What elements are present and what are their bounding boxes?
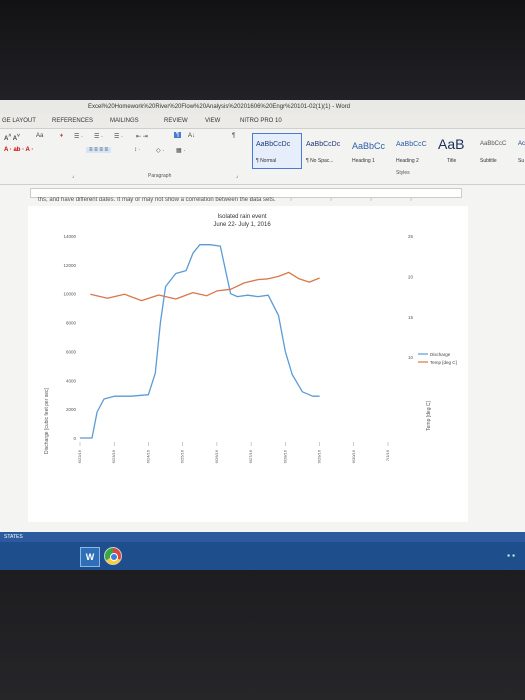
y-tick-label: 14000: [63, 234, 76, 239]
tab-page-layout[interactable]: GE LAYOUT: [2, 118, 36, 124]
style-name: Heading 2: [396, 158, 419, 164]
x-tick-label: 6/27/16: [248, 449, 253, 463]
chart-title: Isolated rain event: [217, 214, 266, 220]
tray-icons[interactable]: ▪ ▪: [507, 551, 515, 560]
styles-gallery: AaBbCcDc ¶ Normal AaBbCcDc ¶ No Spac... …: [252, 133, 525, 169]
x-tick-label: 6/23/16: [111, 449, 116, 463]
style-heading-1[interactable]: AaBbCc Heading 1: [348, 133, 392, 169]
style-name: Heading 1: [352, 158, 375, 164]
show-marks-icon[interactable]: ¶: [232, 133, 235, 139]
legend-label: Discharge: [430, 352, 451, 357]
x-axis-ticks: 6/22/16 6/23/16 6/24/16 6/25/16 6/26/16 6/27/…: [77, 442, 390, 463]
tab-nitro[interactable]: NITRO PRO 10: [240, 118, 282, 124]
y-tick-label: 4000: [66, 378, 77, 383]
ribbon: A˄ A˅ Aa ♦ ☰ · ☰ · ☰ · ⇤ ⇥ ¶ A↓ ¶ A · ab…: [0, 129, 525, 185]
chart[interactable]: Isolated rain event June 22- July 1, 201…: [28, 206, 468, 522]
y-tick-label: 8000: [66, 321, 77, 326]
y-axis-label: Discharge [cubic feet per sec]: [44, 387, 50, 453]
borders-icon[interactable]: ▦ ·: [176, 147, 185, 154]
style-sample: AaBbCcDc: [256, 141, 291, 148]
document-page[interactable]: Isolated rain event June 22- July 1, 201…: [28, 206, 468, 522]
tab-references[interactable]: REFERENCES: [52, 118, 93, 124]
x-tick-label: 7/1/16: [385, 449, 390, 461]
shading-icon[interactable]: ◇ ·: [156, 147, 164, 154]
style-title[interactable]: AaB Title: [434, 133, 476, 169]
chart-legend: Discharge Temp [deg C]: [418, 352, 457, 365]
line-spacing-icon[interactable]: ↕ ·: [134, 147, 141, 153]
style-sample: AaBbCcC: [396, 141, 427, 148]
style-sample: AaBbCcDc: [306, 141, 341, 148]
monitor-bezel-bottom: [0, 570, 525, 700]
style-sample: AaB: [438, 136, 465, 152]
x-tick-label: 6/28/16: [282, 449, 287, 463]
status-bar: STATES: [0, 532, 525, 542]
window-title: Excel%20Homework%20River%20Flow%20Analys…: [88, 104, 351, 110]
x-tick-label: 6/25/16: [180, 449, 185, 463]
y-tick-label: 2000: [66, 407, 77, 412]
tab-view[interactable]: VIEW: [205, 118, 220, 124]
y2-tick-label: 25: [408, 234, 414, 239]
taskbar: W ▪ ▪: [0, 542, 525, 570]
x-tick-label: 6/30/16: [351, 449, 356, 463]
y2-tick-label: 20: [408, 274, 414, 279]
align-icon[interactable]: ≡ ≡ ≡ ≡: [86, 147, 112, 153]
bullets-icon[interactable]: ☰ ·: [74, 133, 83, 140]
y-tick-label: 6000: [66, 349, 77, 354]
status-text: STATES: [4, 534, 23, 540]
chart-subtitle: June 22- July 1, 2016: [213, 222, 271, 228]
ltr-icon[interactable]: ¶: [174, 132, 182, 138]
chrome-taskbar-icon[interactable]: [104, 547, 122, 565]
screen: Excel%20Homework%20River%20Flow%20Analys…: [0, 100, 525, 570]
dialog-launcher-icon[interactable]: ⌟: [236, 173, 238, 179]
series-line-discharge: [80, 244, 320, 439]
word-taskbar-icon[interactable]: W: [80, 547, 100, 567]
style-name: ¶ Normal: [256, 158, 277, 164]
x-tick-label: 6/26/16: [214, 449, 219, 463]
multilevel-list-icon[interactable]: ☰ ·: [114, 133, 123, 140]
numbering-icon[interactable]: ☰ ·: [94, 133, 103, 140]
paragraph-group-label: Paragraph: [148, 173, 172, 179]
grow-font-icon[interactable]: A˄ A˅: [4, 133, 20, 142]
indent-icon[interactable]: ⇤ ⇥: [136, 133, 148, 140]
style-name: Title: [447, 158, 457, 164]
style-sample: Ac: [518, 141, 525, 147]
x-tick-label: 6/22/16: [77, 449, 82, 463]
clear-format-icon[interactable]: ♦: [60, 133, 63, 139]
y2-axis-ticks: 10 15 20 25: [408, 234, 414, 360]
font-color-icon[interactable]: A · ab · A ·: [4, 147, 33, 153]
y2-tick-label: 10: [408, 355, 414, 360]
y-axis-ticks: 0 2000 4000 6000 8000 10000 12000 14000: [63, 234, 76, 441]
style-subtle[interactable]: Ac Su: [516, 133, 525, 169]
monitor-bezel-top: [0, 0, 525, 100]
x-tick-label: 6/29/16: [317, 449, 322, 463]
sort-icon[interactable]: A↓: [188, 133, 195, 139]
y-tick-label: 0: [73, 436, 76, 441]
tab-review[interactable]: REVIEW: [164, 118, 188, 124]
style-normal[interactable]: AaBbCcDc ¶ Normal: [252, 133, 302, 169]
style-subtitle[interactable]: AaBbCcC Subtitle: [476, 133, 518, 169]
document-text[interactable]: ths, and have different dates. It may or…: [38, 197, 378, 205]
style-name: ¶ No Spac...: [306, 158, 334, 164]
y2-axis-label: Temp [deg C]: [426, 401, 432, 431]
change-case-button[interactable]: Aa: [36, 133, 43, 139]
dialog-launcher-icon[interactable]: ⌟: [72, 173, 74, 179]
ribbon-tabs: GE LAYOUT REFERENCES MAILINGS REVIEW VIE…: [0, 114, 525, 129]
tab-mailings[interactable]: MAILINGS: [110, 118, 139, 124]
styles-group-label: Styles: [396, 170, 410, 176]
y2-tick-label: 15: [408, 315, 414, 320]
style-heading-2[interactable]: AaBbCcC Heading 2: [392, 133, 434, 169]
style-sample: AaBbCcC: [480, 141, 507, 147]
series-line-temp: [90, 271, 320, 302]
style-name: Subtitle: [480, 158, 497, 164]
series-layer: [80, 244, 320, 439]
legend-label: Temp [deg C]: [430, 360, 457, 365]
style-sample: AaBbCc: [352, 141, 386, 151]
style-name: Su: [518, 158, 525, 164]
x-tick-label: 6/24/16: [145, 449, 150, 463]
window-titlebar: Excel%20Homework%20River%20Flow%20Analys…: [0, 100, 525, 114]
y-tick-label: 10000: [63, 292, 76, 297]
y-tick-label: 12000: [63, 263, 76, 268]
style-no-spacing[interactable]: AaBbCcDc ¶ No Spac...: [302, 133, 350, 169]
